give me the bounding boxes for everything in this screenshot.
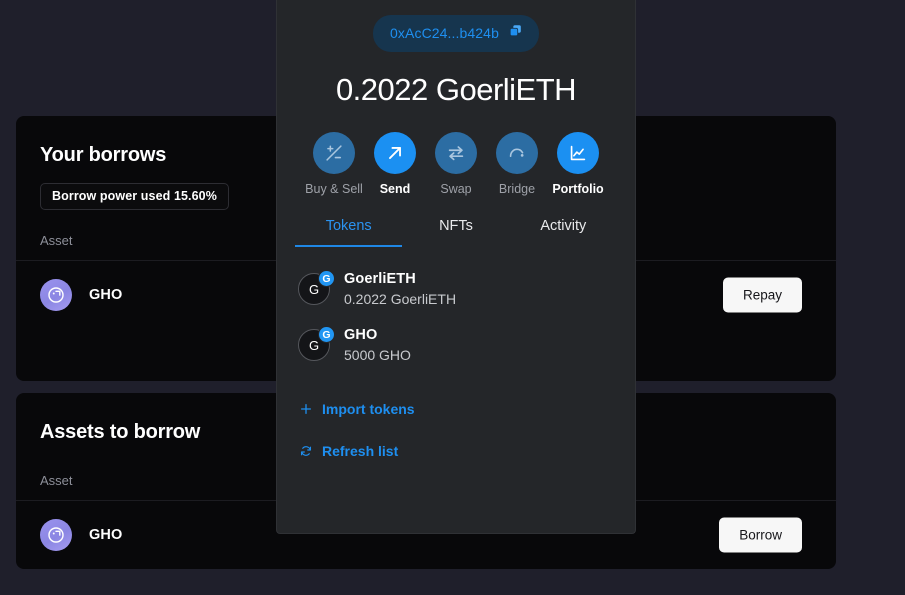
network-badge-icon: G	[318, 270, 335, 287]
action-buy-and-sell[interactable]: Buy & Sell	[305, 132, 363, 196]
asset-symbol: GHO	[89, 527, 123, 543]
action-label: Bridge	[498, 182, 536, 196]
import-tokens-label: Import tokens	[322, 401, 415, 417]
column-header-asset: Asset	[40, 233, 73, 248]
action-label: Swap	[440, 182, 472, 196]
copy-icon[interactable]	[508, 23, 523, 43]
address-pill-container: 0xAcC24...b424b	[277, 0, 635, 52]
swap-arrows-icon	[435, 132, 477, 174]
refresh-icon	[299, 444, 313, 458]
column-header-asset: Asset	[40, 473, 73, 488]
wallet-actions: Buy & Sell Send Swap Bridge Portfolio	[277, 132, 635, 196]
tab-activity[interactable]: Activity	[510, 218, 617, 247]
borrow-button[interactable]: Borrow	[719, 517, 802, 553]
gho-token-icon	[40, 519, 72, 551]
borrow-power-badge: Borrow power used 15.60%	[40, 183, 229, 210]
copy-address-button[interactable]: 0xAcC24...b424b	[373, 15, 539, 52]
plus-icon	[299, 402, 313, 416]
tab-nfts[interactable]: NFTs	[402, 218, 509, 247]
action-bridge[interactable]: Bridge	[496, 132, 538, 196]
action-swap[interactable]: Swap	[435, 132, 477, 196]
wallet-tabs: Tokens NFTs Activity	[277, 218, 635, 247]
token-avatar: G G	[298, 270, 335, 305]
refresh-list-label: Refresh list	[322, 443, 399, 459]
action-label: Send	[379, 182, 411, 196]
tab-tokens[interactable]: Tokens	[295, 218, 403, 247]
arrow-up-right-icon	[374, 132, 416, 174]
token-info: GoerliETH 0.2022 GoerliETH	[344, 271, 456, 307]
repay-button[interactable]: Repay	[722, 277, 802, 313]
wallet-balance: 0.2022 GoerliETH	[335, 72, 577, 107]
chart-line-icon	[557, 132, 599, 174]
gho-token-icon	[40, 279, 72, 311]
wallet-address-text: 0xAcC24...b424b	[390, 25, 499, 41]
action-portfolio[interactable]: Portfolio	[552, 132, 604, 196]
action-send[interactable]: Send	[374, 132, 416, 196]
import-tokens-link[interactable]: Import tokens	[277, 401, 635, 417]
list-item[interactable]: G G GoerliETH 0.2022 GoerliETH	[277, 261, 635, 317]
token-avatar: G G	[298, 326, 335, 361]
action-label: Buy & Sell	[305, 182, 363, 196]
token-name: GHO	[344, 327, 378, 343]
token-name: GoerliETH	[344, 271, 416, 287]
token-list: G G GoerliETH 0.2022 GoerliETH G G GHO 5…	[277, 247, 635, 373]
asset-symbol: GHO	[89, 287, 123, 303]
bridge-arc-icon	[496, 132, 538, 174]
token-balance: 0.2022 GoerliETH	[344, 291, 457, 307]
app-root: Your borrows Borrow power used 15.60% As…	[0, 0, 905, 595]
wallet-panel: 0xAcC24...b424b 0.2022 GoerliETH Buy & S…	[276, 0, 636, 534]
plus-minus-icon	[313, 132, 355, 174]
token-balance: 5000 GHO	[344, 347, 411, 363]
refresh-list-link[interactable]: Refresh list	[277, 443, 635, 459]
action-label: Portfolio	[552, 182, 604, 196]
list-item[interactable]: G G GHO 5000 GHO	[277, 317, 635, 373]
token-info: GHO 5000 GHO	[344, 327, 411, 363]
network-badge-icon: G	[318, 326, 335, 343]
